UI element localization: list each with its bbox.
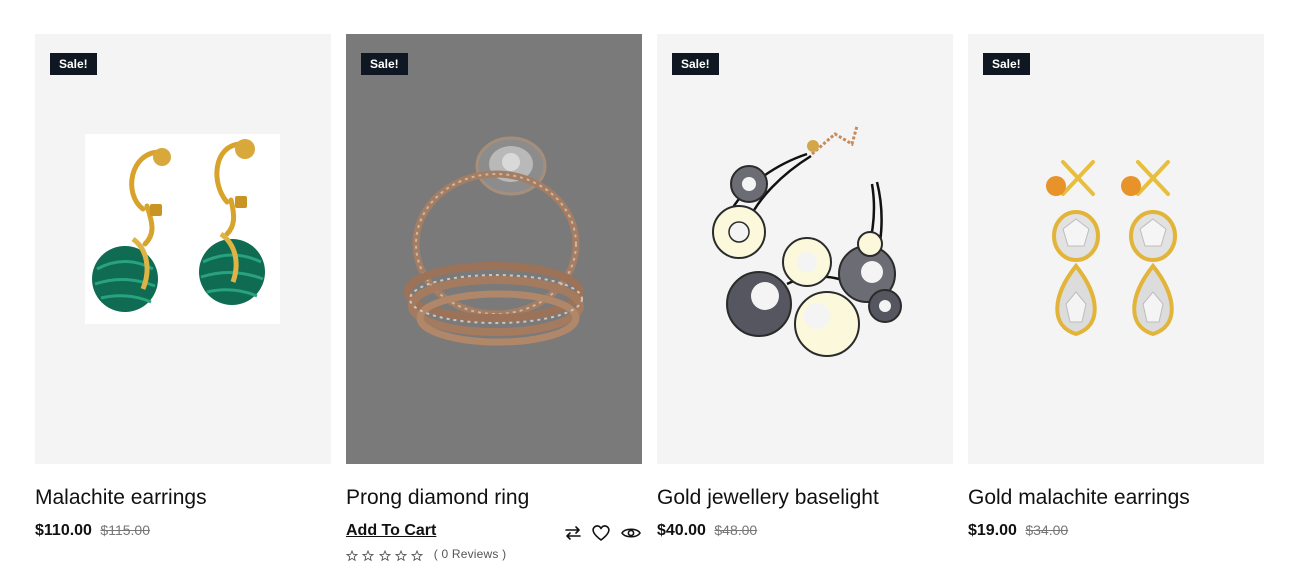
product-actions bbox=[562, 522, 642, 546]
product-image-container[interactable]: Sale! bbox=[35, 34, 331, 464]
add-to-cart-link[interactable]: Add To Cart bbox=[346, 522, 436, 540]
star-empty-icon bbox=[394, 549, 408, 561]
star-empty-icon bbox=[362, 549, 375, 561]
malachite-earrings-image bbox=[85, 134, 280, 324]
product-card-malachite-earrings[interactable]: Sale! Malachite earrings $110.00 $115.00 bbox=[35, 34, 331, 574]
product-image-container[interactable]: Sale! bbox=[657, 34, 953, 464]
rating-row: ( 0 Reviews ) bbox=[345, 547, 507, 562]
current-price: $110.00 bbox=[35, 522, 92, 539]
product-card-gold-malachite-earrings[interactable]: Sale! Gold malachite earrings $19.00 $34… bbox=[968, 34, 1264, 574]
price-row: $40.00 $48.00 bbox=[657, 520, 757, 541]
old-price: $48.00 bbox=[714, 522, 758, 538]
compare-icon[interactable] bbox=[562, 522, 584, 544]
prong-diamond-ring-image bbox=[404, 136, 584, 346]
old-price: $115.00 bbox=[100, 522, 150, 538]
reviews-count[interactable]: ( 0 Reviews ) bbox=[434, 547, 507, 561]
star-empty-icon bbox=[345, 549, 359, 561]
product-title[interactable]: Prong diamond ring bbox=[346, 486, 642, 510]
star-empty-icon bbox=[411, 549, 424, 561]
old-price: $34.00 bbox=[1025, 522, 1069, 538]
star-rating bbox=[345, 548, 424, 562]
product-card-gold-jewellery-baselight[interactable]: Sale! Gold jewellery baselight $40.00 $4… bbox=[657, 34, 953, 574]
product-card-prong-diamond-ring[interactable]: Sale! Prong diamond ring Add To Cart (0… bbox=[345, 34, 642, 574]
sale-badge: Sale! bbox=[50, 53, 97, 75]
price-row: $110.00 $115.00 bbox=[35, 520, 150, 541]
sale-badge: Sale! bbox=[983, 53, 1030, 75]
eye-icon[interactable] bbox=[620, 522, 642, 544]
sale-badge: Sale! bbox=[672, 53, 719, 75]
bracelet-image bbox=[712, 125, 902, 357]
price-row: $19.00 $34.00 bbox=[968, 520, 1068, 541]
crystal-earrings-image bbox=[1046, 160, 1177, 337]
sale-badge: Sale! bbox=[361, 53, 408, 75]
heart-icon[interactable] bbox=[590, 522, 612, 544]
product-title[interactable]: Malachite earrings bbox=[35, 486, 331, 510]
star-empty-icon bbox=[378, 549, 391, 561]
product-image-container[interactable]: Sale! bbox=[968, 34, 1264, 464]
current-price: $19.00 bbox=[968, 522, 1017, 539]
product-title[interactable]: Gold jewellery baselight bbox=[657, 486, 953, 510]
product-grid: Sale! Malachite earrings $110.00 $115.00 bbox=[35, 34, 1265, 574]
current-price: $40.00 bbox=[657, 522, 706, 539]
product-image-container[interactable]: Sale! bbox=[346, 34, 642, 464]
product-title[interactable]: Gold malachite earrings bbox=[968, 486, 1264, 510]
